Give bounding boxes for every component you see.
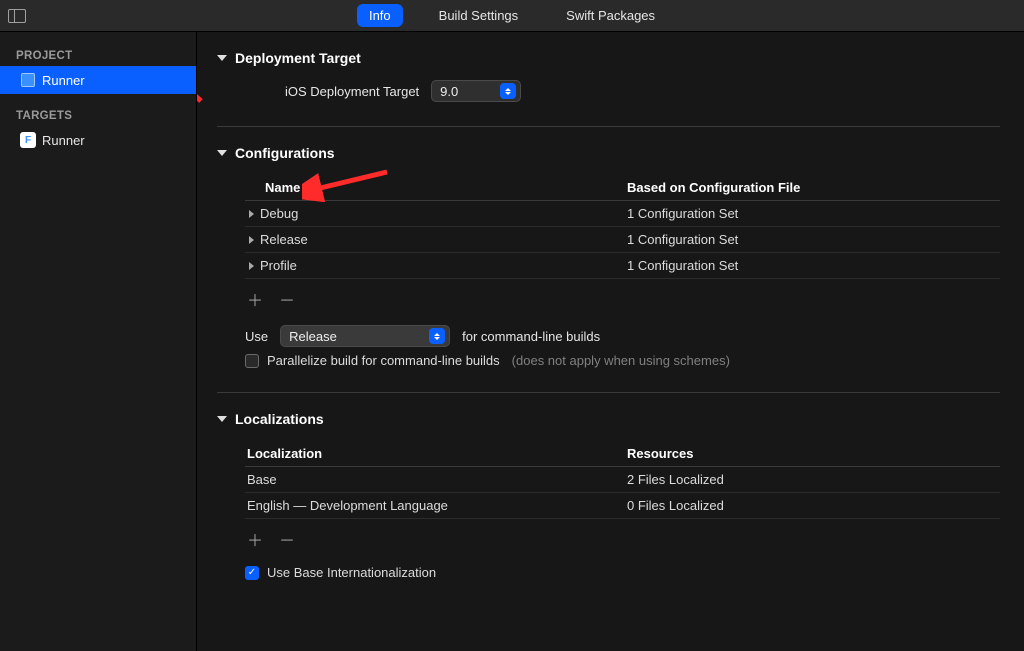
- add-configuration-button[interactable]: ＋: [247, 287, 263, 311]
- popup-caret-icon: [500, 83, 516, 99]
- config-name: Release: [260, 232, 308, 247]
- popup-value: Release: [289, 329, 337, 344]
- section-title: Configurations: [235, 145, 335, 161]
- editor-tabs: Info Build Settings Swift Packages: [0, 0, 1024, 32]
- popup-caret-icon: [429, 328, 445, 344]
- use-configuration-popup[interactable]: Release: [280, 325, 450, 347]
- project-item-label: Runner: [42, 73, 85, 88]
- localization-row[interactable]: Base 2 Files Localized: [245, 467, 1000, 493]
- chevron-right-icon: [249, 236, 254, 244]
- localization-resources: 0 Files Localized: [627, 498, 998, 513]
- project-header: PROJECT: [0, 46, 196, 66]
- section-localizations: Localizations Localization Resources Bas…: [217, 411, 1000, 604]
- chevron-down-icon: [217, 416, 227, 422]
- localization-columns: Localization Resources: [245, 441, 1000, 467]
- editor-pane: Deployment Target iOS Deployment Target …: [197, 32, 1024, 651]
- configurations-columns: Name Based on Configuration File: [245, 175, 1000, 201]
- section-title: Localizations: [235, 411, 324, 427]
- column-localization: Localization: [247, 446, 627, 461]
- remove-localization-button[interactable]: －: [279, 527, 295, 551]
- config-detail: 1 Configuration Set: [627, 232, 998, 247]
- ios-deployment-target-popup[interactable]: 9.0: [431, 80, 521, 102]
- add-localization-button[interactable]: ＋: [247, 527, 263, 551]
- section-header[interactable]: Deployment Target: [217, 50, 1000, 66]
- chevron-right-icon: [249, 210, 254, 218]
- project-navigator: PROJECT Runner TARGETS F Runner: [0, 32, 197, 651]
- config-name: Profile: [260, 258, 297, 273]
- column-resources: Resources: [627, 446, 998, 461]
- section-deployment-target: Deployment Target iOS Deployment Target …: [217, 50, 1000, 127]
- chevron-right-icon: [249, 262, 254, 270]
- tab-info[interactable]: Info: [357, 4, 403, 27]
- targets-header: TARGETS: [0, 106, 196, 126]
- title-bar: Info Build Settings Swift Packages: [0, 0, 1024, 32]
- section-title: Deployment Target: [235, 50, 361, 66]
- use-suffix: for command-line builds: [462, 329, 600, 344]
- localization-name: Base: [247, 472, 627, 487]
- checkbox-label: Parallelize build for command-line build…: [267, 353, 500, 368]
- column-name: Name: [247, 180, 627, 195]
- checkbox-icon: [245, 354, 259, 368]
- use-label: Use: [245, 329, 268, 344]
- configuration-row[interactable]: Profile 1 Configuration Set: [245, 253, 1000, 279]
- ios-deployment-target-label: iOS Deployment Target: [285, 84, 419, 99]
- localization-name: English — Development Language: [247, 498, 627, 513]
- config-detail: 1 Configuration Set: [627, 258, 998, 273]
- checkbox-label: Use Base Internationalization: [267, 565, 436, 580]
- toggle-navigator-icon[interactable]: [8, 9, 26, 23]
- localization-row[interactable]: English — Development Language 0 Files L…: [245, 493, 1000, 519]
- target-item-runner[interactable]: F Runner: [0, 126, 196, 154]
- tab-swift-packages[interactable]: Swift Packages: [554, 4, 667, 27]
- tab-build-settings[interactable]: Build Settings: [427, 4, 531, 27]
- project-icon: [20, 72, 36, 88]
- column-config-file: Based on Configuration File: [627, 180, 998, 195]
- use-base-internationalization-checkbox[interactable]: ✓ Use Base Internationalization: [245, 565, 436, 580]
- localization-resources: 2 Files Localized: [627, 472, 998, 487]
- parallelize-hint: (does not apply when using schemes): [512, 353, 730, 368]
- configuration-row[interactable]: Debug 1 Configuration Set: [245, 201, 1000, 227]
- configuration-row[interactable]: Release 1 Configuration Set: [245, 227, 1000, 253]
- section-header[interactable]: Configurations: [217, 145, 1000, 161]
- app-icon: F: [20, 132, 36, 148]
- checkbox-icon: ✓: [245, 566, 259, 580]
- chevron-down-icon: [217, 150, 227, 156]
- section-header[interactable]: Localizations: [217, 411, 1000, 427]
- config-detail: 1 Configuration Set: [627, 206, 998, 221]
- config-name: Debug: [260, 206, 298, 221]
- parallelize-checkbox[interactable]: Parallelize build for command-line build…: [245, 353, 500, 368]
- annotation-arrow: [197, 46, 211, 106]
- target-item-label: Runner: [42, 133, 85, 148]
- chevron-down-icon: [217, 55, 227, 61]
- popup-value: 9.0: [440, 84, 458, 99]
- project-item-runner[interactable]: Runner: [0, 66, 196, 94]
- section-configurations: Configurations Name Based on Configurati…: [217, 145, 1000, 393]
- remove-configuration-button[interactable]: －: [279, 287, 295, 311]
